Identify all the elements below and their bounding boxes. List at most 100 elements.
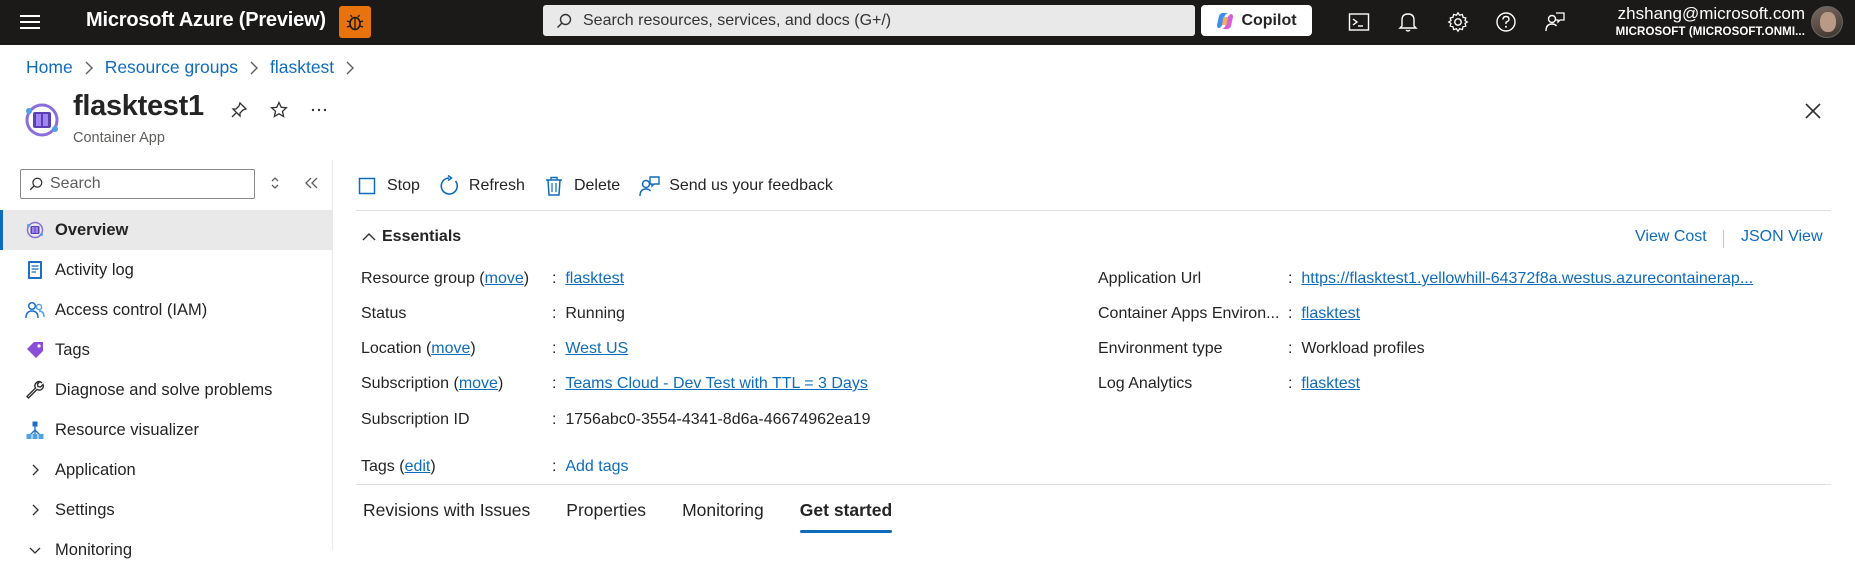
- sidebar-item-iam[interactable]: Access control (IAM): [0, 290, 332, 330]
- copilot-icon: [1217, 12, 1234, 29]
- location-link[interactable]: West US: [565, 340, 628, 358]
- sidebar-item-resource-visualizer[interactable]: Resource visualizer: [0, 410, 332, 450]
- bell-icon: [1398, 13, 1418, 32]
- app-url-link[interactable]: https://flasktest1.yellowhill-64372f8a.w…: [1301, 270, 1753, 288]
- sidebar-search-placeholder: Search: [50, 175, 101, 192]
- feedback-person-icon: [1545, 12, 1565, 32]
- wrench-icon: [25, 380, 45, 400]
- container-app-icon: [25, 220, 45, 240]
- log-analytics-link[interactable]: flasktest: [1301, 375, 1360, 393]
- add-tags-link[interactable]: Add tags: [565, 458, 628, 476]
- gear-icon: [1447, 11, 1469, 33]
- account-tenant: MICROSOFT (MICROSOFT.ONMI...: [1615, 26, 1805, 38]
- pin-button[interactable]: [228, 99, 250, 121]
- refresh-button[interactable]: Refresh: [438, 175, 525, 197]
- global-search-input[interactable]: Search resources, services, and docs (G+…: [543, 5, 1195, 36]
- environment-label: Container Apps Environ...: [1098, 305, 1280, 322]
- portal-brand[interactable]: Microsoft Azure (Preview): [86, 9, 326, 32]
- sidebar-item-label: Application: [55, 460, 136, 479]
- resource-group-link[interactable]: flasktest: [565, 270, 624, 288]
- tags-edit-link[interactable]: edit: [405, 458, 431, 475]
- sidebar-item-tags[interactable]: Tags: [0, 330, 332, 370]
- more-button[interactable]: [308, 99, 330, 121]
- sidebar-item-diagnose[interactable]: Diagnose and solve problems: [0, 370, 332, 410]
- account-menu[interactable]: zhshang@microsoft.com MICROSOFT (MICROSO…: [1616, 4, 1805, 38]
- star-icon: [270, 101, 288, 118]
- environment-type-label: Environment type: [1098, 340, 1223, 357]
- resource-type: Container App: [73, 130, 165, 146]
- menu-icon[interactable]: [18, 11, 42, 35]
- avatar[interactable]: [1811, 6, 1843, 38]
- bug-report-button[interactable]: [339, 6, 371, 38]
- page-title: flasktest1: [73, 90, 204, 122]
- environment-type-text: Workload profiles: [1301, 340, 1425, 357]
- breadcrumb-home[interactable]: Home: [26, 57, 73, 78]
- environment-type-value: : Workload profiles: [1288, 340, 1425, 357]
- chevron-right-icon: [32, 504, 39, 516]
- sort-button[interactable]: [267, 175, 283, 191]
- subscription-id-text: 1756abc0-3554-4341-8d6a-46674962ea19: [565, 411, 871, 428]
- tab-properties[interactable]: Properties: [566, 500, 646, 533]
- chevron-up-icon: [362, 233, 376, 241]
- refresh-label: Refresh: [468, 177, 525, 194]
- pin-icon: [231, 101, 248, 118]
- tags-value: : Add tags: [552, 458, 629, 476]
- sidebar-divider: [332, 160, 333, 550]
- help-button[interactable]: [1494, 10, 1518, 34]
- sidebar-item-label: Activity log: [55, 260, 134, 279]
- tab-monitoring[interactable]: Monitoring: [682, 500, 764, 533]
- send-feedback-button[interactable]: Send us your feedback: [638, 175, 833, 197]
- feedback-button[interactable]: [1543, 10, 1567, 34]
- log-analytics-value: : flasktest: [1288, 375, 1361, 393]
- collapse-sidebar-button[interactable]: [304, 175, 320, 191]
- stop-button[interactable]: Stop: [356, 175, 420, 197]
- chevron-right-icon: [32, 464, 39, 476]
- sidebar-item-application[interactable]: Application: [0, 450, 332, 490]
- favorite-button[interactable]: [268, 99, 290, 121]
- sidebar-item-monitoring[interactable]: Monitoring: [0, 530, 332, 570]
- resource-group-value: : flasktest: [552, 270, 625, 288]
- subscription-move-link[interactable]: move: [459, 375, 498, 392]
- chevron-right-icon: [249, 61, 259, 75]
- breadcrumb-flasktest[interactable]: flasktest: [270, 57, 334, 78]
- app-url-value: : https://flasktest1.yellowhill-64372f8a…: [1288, 270, 1754, 288]
- sidebar-item-settings[interactable]: Settings: [0, 490, 332, 530]
- location-label-text: Location: [361, 340, 422, 357]
- stop-icon: [356, 175, 378, 197]
- app-url-label: Application Url: [1098, 270, 1202, 287]
- feedback-person-icon: [638, 175, 660, 197]
- essentials-title: Essentials: [382, 228, 462, 245]
- sidebar-item-label: Monitoring: [55, 540, 133, 559]
- container-app-icon: [25, 103, 59, 137]
- delete-button[interactable]: Delete: [543, 175, 620, 197]
- tab-get-started[interactable]: Get started: [799, 500, 893, 533]
- sidebar-item-label: Resource visualizer: [55, 420, 199, 439]
- chevron-down-icon: [29, 547, 41, 554]
- subscription-value: : Teams Cloud - Dev Test with TTL = 3 Da…: [552, 375, 868, 393]
- refresh-icon: [438, 175, 460, 197]
- view-cost-link[interactable]: View Cost: [1635, 228, 1707, 246]
- close-icon: [1805, 103, 1821, 119]
- breadcrumb-resource-groups[interactable]: Resource groups: [105, 57, 238, 78]
- location-move-link[interactable]: move: [431, 340, 470, 357]
- sidebar-item-label: Access control (IAM): [55, 300, 208, 319]
- copilot-button[interactable]: Copilot: [1201, 5, 1312, 36]
- essentials-toggle[interactable]: Essentials: [362, 228, 461, 246]
- sidebar-search-input[interactable]: Search: [20, 169, 255, 199]
- close-button[interactable]: [1801, 99, 1825, 123]
- environment-link[interactable]: flasktest: [1301, 305, 1360, 323]
- subscription-link[interactable]: Teams Cloud - Dev Test with TTL = 3 Days: [565, 375, 867, 393]
- json-view-link[interactable]: JSON View: [1741, 228, 1823, 246]
- sidebar-item-overview[interactable]: Overview: [0, 210, 332, 250]
- sidebar-item-activity-log[interactable]: Activity log: [0, 250, 332, 290]
- tab-revisions-with-issues[interactable]: Revisions with Issues: [363, 500, 530, 533]
- location-value: : West US: [552, 340, 629, 358]
- cloud-shell-button[interactable]: [1347, 10, 1371, 34]
- sidebar-item-label: Diagnose and solve problems: [55, 380, 273, 399]
- subscription-id-value: : 1756abc0-3554-4341-8d6a-46674962ea19: [552, 411, 871, 428]
- settings-button[interactable]: [1446, 10, 1470, 34]
- global-search-placeholder: Search resources, services, and docs (G+…: [583, 11, 892, 29]
- notifications-button[interactable]: [1396, 10, 1420, 34]
- resource-group-move-link[interactable]: move: [485, 270, 524, 287]
- essentials-link-separator: [1723, 230, 1724, 248]
